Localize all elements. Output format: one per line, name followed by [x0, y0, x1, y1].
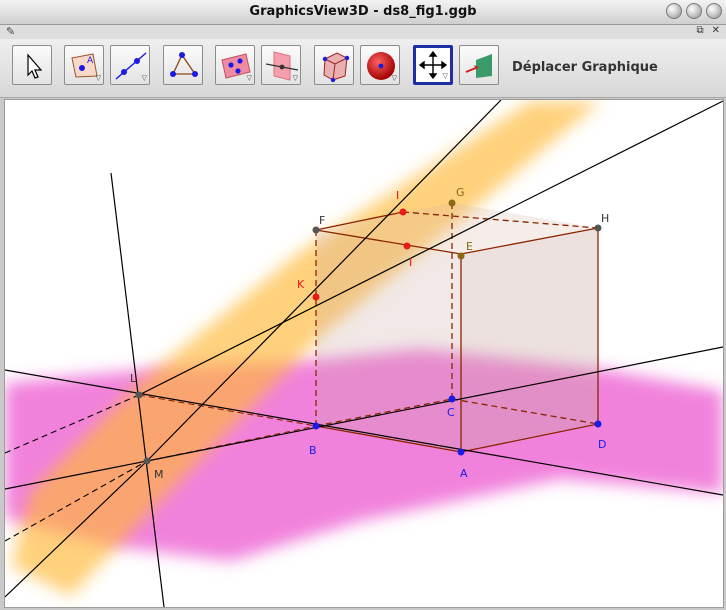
window-title: GraphicsView3D - ds8_fig1.ggb: [249, 4, 477, 19]
point-I: [403, 242, 411, 250]
prism-tool-icon: [322, 52, 350, 83]
chevron-down-icon: ▽: [141, 74, 147, 82]
minimize-button[interactable]: [666, 3, 682, 19]
rotate-view-tool-button[interactable]: [459, 45, 499, 85]
chevron-down-icon: ▽: [95, 74, 101, 82]
move-graphics-view-tool-button[interactable]: ▽: [413, 45, 453, 85]
perpendicular-plane-tool-button[interactable]: ▽: [261, 45, 301, 85]
point-K: [312, 293, 320, 301]
point-H: [594, 224, 602, 232]
undock-icon[interactable]: ⧉: [696, 25, 703, 36]
point-L: [135, 391, 143, 399]
svg-text:A: A: [87, 56, 94, 66]
window-controls: [666, 3, 722, 19]
label-B: B: [309, 444, 317, 457]
chevron-down-icon: ▽: [442, 72, 448, 80]
point-C: [448, 395, 456, 403]
rotate-view-tool-icon: [465, 54, 492, 78]
label-G: G: [456, 186, 465, 199]
point-G: [448, 199, 456, 207]
3d-scene[interactable]: A B C D E F G H I I K L M: [5, 100, 723, 607]
cube-left-face: [316, 230, 461, 452]
label-E: E: [466, 240, 473, 253]
sphere-tool-button[interactable]: ▽: [360, 45, 400, 85]
toolbar: A ▽ ▽ ▽ ▽ ▽ ▽ Déplacer Graphique: [0, 39, 726, 98]
title-bar: GraphicsView3D - ds8_fig1.ggb: [0, 0, 726, 25]
plane-tool-button[interactable]: ▽: [215, 45, 255, 85]
prism-tool-button[interactable]: [314, 45, 354, 85]
active-tool-label: Déplacer Graphique: [512, 60, 658, 75]
maximize-button[interactable]: [686, 3, 702, 19]
polygon-tool-button[interactable]: [163, 45, 203, 85]
graphics-view-3d[interactable]: A B C D E F G H I I K L M: [4, 99, 724, 608]
move-tool-button[interactable]: [12, 45, 52, 85]
label-F: F: [319, 214, 325, 227]
label-K: K: [297, 278, 305, 291]
point-I-top: [399, 208, 407, 216]
line-tool-button[interactable]: ▽: [110, 45, 150, 85]
chevron-down-icon: ▽: [292, 74, 298, 82]
cube-front-face: [461, 228, 598, 452]
label-L: L: [130, 372, 137, 385]
close-view-icon[interactable]: ✕: [712, 25, 720, 36]
point-tool-button[interactable]: A ▽: [64, 45, 104, 85]
label-I: I: [409, 256, 412, 269]
label-M: M: [154, 468, 164, 481]
point-F: [312, 226, 320, 234]
move-graphics-view-tool-icon: [418, 50, 448, 80]
close-button[interactable]: [706, 3, 722, 19]
point-E: [457, 252, 465, 260]
label-I-top: I: [396, 189, 399, 202]
chevron-down-icon: ▽: [246, 74, 252, 82]
polygon-tool-icon: [170, 52, 198, 77]
label-D: D: [598, 438, 606, 451]
view-header: ✎ ⧉ ✕: [0, 25, 726, 39]
label-A: A: [460, 467, 468, 480]
point-D: [594, 420, 602, 428]
chevron-down-icon: ▽: [391, 74, 397, 82]
move-tool-icon: [27, 53, 43, 79]
point-A: [457, 448, 465, 456]
point-B: [312, 422, 320, 430]
point-M: [143, 457, 151, 465]
label-C: C: [447, 406, 455, 419]
label-H: H: [601, 212, 609, 225]
style-bar-toggle-icon[interactable]: ✎: [6, 25, 15, 38]
